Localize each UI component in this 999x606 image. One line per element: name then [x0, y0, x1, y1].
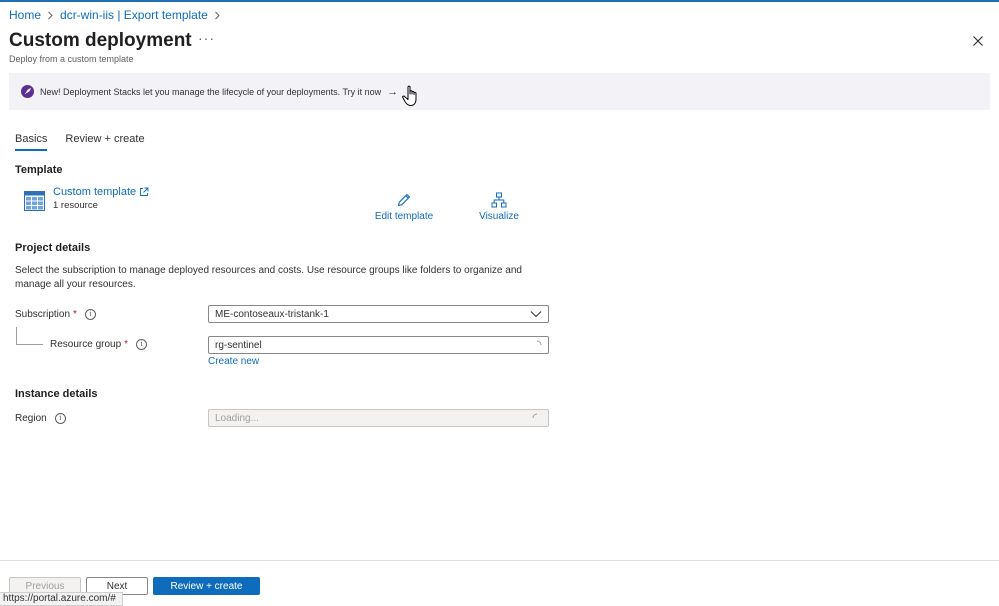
custom-template-label: Custom template: [53, 186, 137, 198]
page-subtitle: Deploy from a custom template: [9, 54, 134, 64]
deployment-stacks-banner[interactable]: New! Deployment Stacks let you manage th…: [9, 73, 990, 110]
info-icon[interactable]: i: [54, 413, 66, 424]
chevron-right-icon: [47, 11, 54, 20]
project-details-title: Project details: [15, 242, 91, 254]
loading-spinner-icon: [532, 413, 538, 419]
region-label-row: Region i: [15, 413, 66, 424]
template-grid-icon: [24, 191, 45, 211]
close-button[interactable]: [970, 33, 986, 49]
tab-basics[interactable]: Basics: [15, 133, 48, 151]
required-asterisk: *: [73, 309, 77, 320]
tab-review-create[interactable]: Review + create: [65, 133, 144, 149]
tree-connector: [16, 327, 43, 345]
subscription-label: Subscription: [15, 309, 71, 320]
footer-divider: [0, 560, 999, 561]
chevron-right-icon: [214, 11, 221, 20]
template-section-title: Template: [15, 164, 63, 176]
tab-bar: Basics Review + create: [15, 133, 163, 151]
page-title: Custom deployment: [9, 30, 192, 51]
custom-template-link[interactable]: Custom template: [53, 186, 149, 198]
info-icon[interactable]: i: [84, 309, 96, 320]
create-new-link[interactable]: Create new: [208, 356, 259, 367]
breadcrumb: Home dcr-win-iis | Export template: [9, 8, 227, 22]
banner-text: New! Deployment Stacks let you manage th…: [40, 86, 382, 97]
resource-count: 1 resource: [53, 200, 98, 211]
region-dropdown[interactable]: Loading...: [208, 409, 549, 427]
resource-group-dropdown[interactable]: rg-sentinel: [208, 336, 549, 354]
external-link-icon: [140, 187, 149, 196]
edit-template-button[interactable]: Edit template: [373, 192, 435, 222]
subscription-label-row: Subscription * i: [15, 309, 96, 320]
breadcrumb-export-template[interactable]: dcr-win-iis | Export template: [60, 8, 208, 22]
edit-template-label: Edit template: [374, 211, 434, 222]
chevron-down-icon: [530, 311, 542, 318]
resource-group-label: Resource group: [50, 339, 122, 350]
review-create-button[interactable]: Review + create: [153, 577, 260, 595]
region-label: Region: [15, 413, 47, 424]
loading-spinner-icon: [536, 340, 542, 346]
top-accent-line: [0, 0, 999, 2]
pencil-icon: [397, 193, 411, 207]
more-options-button[interactable]: ···: [198, 30, 215, 46]
rocket-icon: [21, 85, 34, 98]
required-asterisk: *: [124, 339, 129, 350]
resource-group-value: rg-sentinel: [215, 339, 262, 351]
resource-group-label-row: Resource group * i: [50, 339, 148, 350]
visualize-label: Visualize: [479, 211, 519, 222]
project-description: Select the subscription to manage deploy…: [15, 265, 522, 290]
hand-cursor-icon: [401, 84, 421, 108]
info-icon[interactable]: i: [136, 339, 148, 350]
arrow-right-icon[interactable]: →: [387, 86, 398, 98]
subscription-dropdown[interactable]: ME-contoseaux-tristank-1: [208, 305, 549, 323]
subscription-value: ME-contoseaux-tristank-1: [215, 308, 329, 320]
breadcrumb-home[interactable]: Home: [9, 8, 41, 22]
region-value: Loading...: [215, 412, 259, 424]
instance-details-title: Instance details: [15, 388, 98, 400]
close-icon: [973, 36, 983, 46]
visualize-button[interactable]: Visualize: [477, 192, 521, 222]
hierarchy-icon: [491, 192, 507, 208]
